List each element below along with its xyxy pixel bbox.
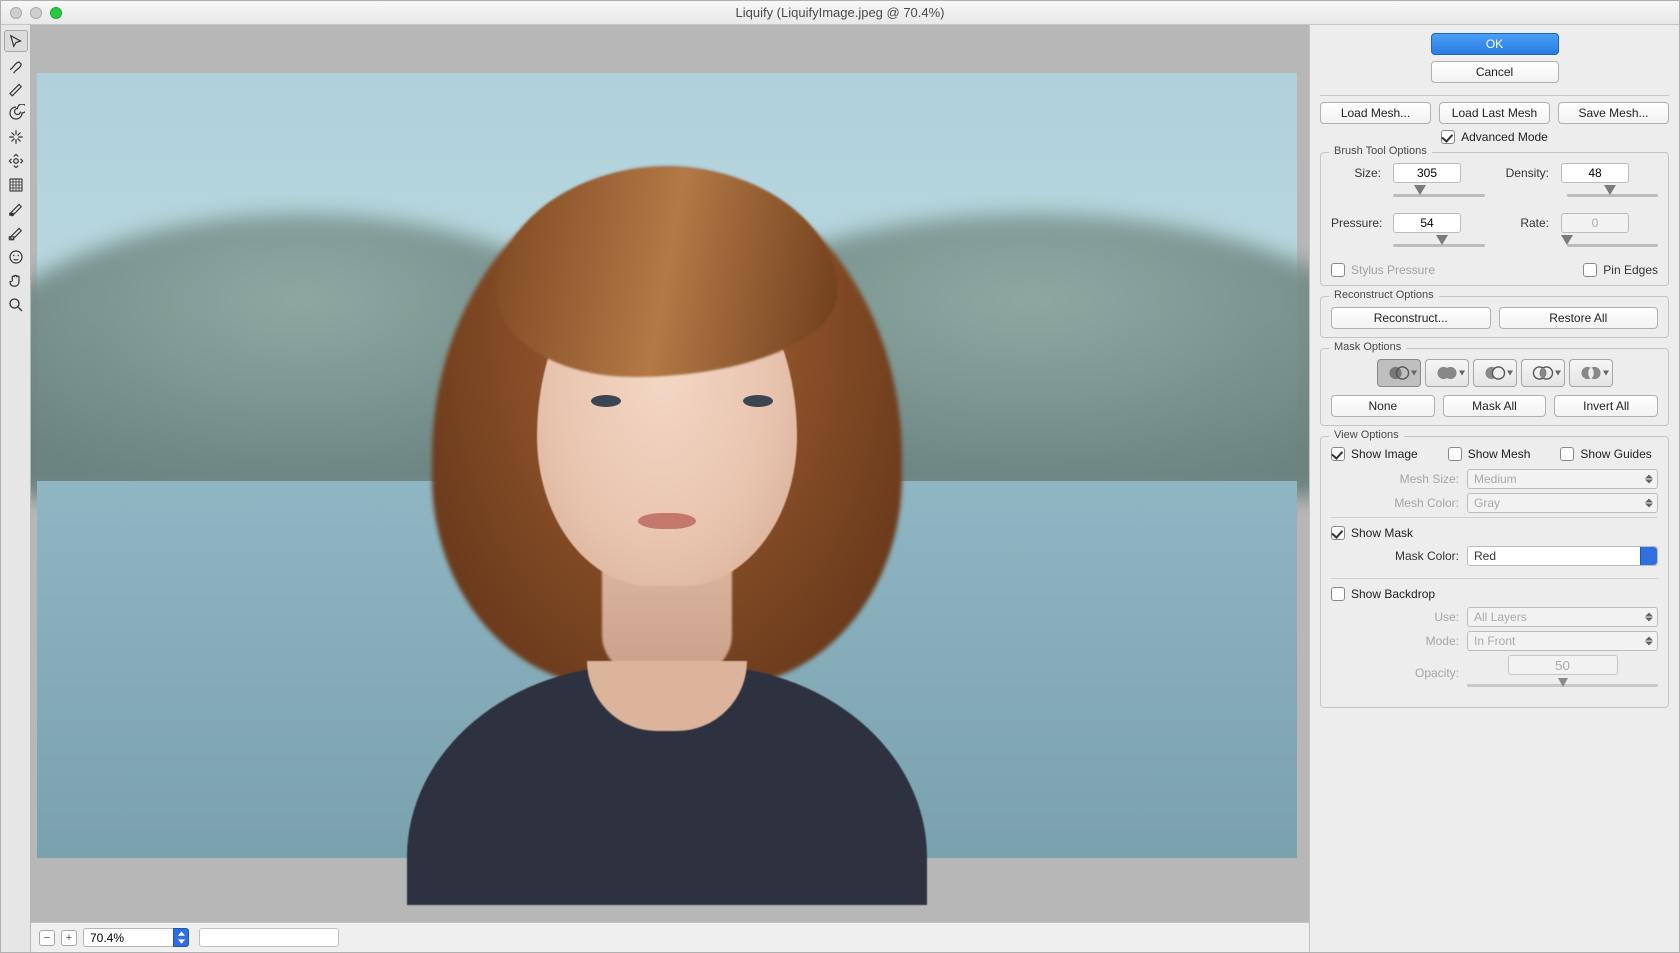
zoom-out-button[interactable]: − [39, 930, 55, 946]
tool-pucker[interactable] [4, 126, 28, 148]
rate-slider [1567, 237, 1659, 253]
ok-button[interactable]: OK [1431, 33, 1559, 55]
minimize-window-icon[interactable] [30, 7, 42, 19]
reconstruct-options-group: Reconstruct Options Reconstruct... Resto… [1320, 296, 1669, 338]
mask-color-select[interactable]: Red [1467, 546, 1658, 566]
tool-face[interactable] [4, 246, 28, 268]
window-title: Liquify (LiquifyImage.jpeg @ 70.4%) [1, 5, 1679, 20]
show-backdrop-checkbox[interactable] [1331, 587, 1345, 601]
density-slider[interactable] [1567, 187, 1659, 203]
stylus-pressure-checkbox [1331, 263, 1345, 277]
tool-hand[interactable] [4, 270, 28, 292]
pressure-input[interactable] [1393, 213, 1461, 233]
zoom-slider[interactable] [199, 928, 339, 947]
tool-thaw-mask[interactable] [4, 222, 28, 244]
mask-mode-invert[interactable] [1569, 359, 1613, 387]
mask-none-button[interactable]: None [1331, 395, 1435, 417]
mask-mode-intersect[interactable] [1521, 359, 1565, 387]
tool-twirl[interactable] [4, 102, 28, 124]
show-mesh-checkbox[interactable] [1448, 447, 1462, 461]
window-controls [10, 7, 62, 19]
tool-zoom[interactable] [4, 294, 28, 316]
zoom-window-icon[interactable] [50, 7, 62, 19]
mesh-color-label: Mesh Color: [1331, 496, 1459, 510]
tool-smooth[interactable] [4, 78, 28, 100]
cancel-button[interactable]: Cancel [1431, 61, 1559, 83]
load-last-mesh-button[interactable]: Load Last Mesh [1439, 102, 1550, 124]
use-label: Use: [1331, 610, 1459, 624]
canvas-frame[interactable] [31, 25, 1309, 922]
mask-group-title: Mask Options [1329, 341, 1406, 353]
load-mesh-button[interactable]: Load Mesh... [1320, 102, 1431, 124]
document-image[interactable] [37, 73, 1297, 858]
show-mask-checkbox[interactable] [1331, 526, 1345, 540]
restore-all-button[interactable]: Restore All [1499, 307, 1659, 329]
pin-edges-checkbox[interactable] [1583, 263, 1597, 277]
tool-forward-warp[interactable] [4, 30, 28, 52]
show-image-label: Show Image [1351, 447, 1418, 461]
mesh-color-select: Gray [1467, 493, 1658, 513]
titlebar: Liquify (LiquifyImage.jpeg @ 70.4%) [1, 1, 1679, 25]
show-backdrop-label: Show Backdrop [1351, 587, 1435, 601]
opacity-slider [1467, 679, 1658, 691]
zoom-input[interactable] [83, 928, 173, 947]
show-guides-checkbox[interactable] [1560, 447, 1574, 461]
advanced-mode-checkbox[interactable] [1441, 130, 1455, 144]
options-panel: OK Cancel Load Mesh... Load Last Mesh Sa… [1309, 25, 1679, 952]
reconstruct-group-title: Reconstruct Options [1329, 289, 1439, 301]
mask-options-group: Mask Options None Mask All Invert All [1320, 348, 1669, 426]
size-input[interactable] [1393, 163, 1461, 183]
pin-edges-label: Pin Edges [1603, 263, 1658, 277]
view-options-group: View Options Show Image Show Mesh Show G… [1320, 436, 1669, 708]
use-select: All Layers [1467, 607, 1658, 627]
tool-push-left[interactable] [4, 174, 28, 196]
mesh-size-select: Medium [1467, 469, 1658, 489]
zoom-combo[interactable] [83, 928, 189, 947]
mask-invert-all-button[interactable]: Invert All [1554, 395, 1658, 417]
show-mask-label: Show Mask [1351, 526, 1413, 540]
zoom-in-button[interactable]: + [61, 930, 77, 946]
liquify-window: Liquify (LiquifyImage.jpeg @ 70.4%) [0, 0, 1680, 953]
brush-tool-options-group: Brush Tool Options Size: Density: Pressu… [1320, 152, 1669, 286]
show-mesh-label: Show Mesh [1468, 447, 1531, 461]
zoom-bar: − + [31, 922, 1309, 952]
brush-group-title: Brush Tool Options [1329, 145, 1432, 157]
mask-mode-subtract[interactable] [1473, 359, 1517, 387]
zoom-stepper[interactable] [173, 928, 189, 947]
liquify-toolbar [1, 25, 31, 952]
show-image-checkbox[interactable] [1331, 447, 1345, 461]
opacity-label: Opacity: [1331, 666, 1459, 680]
mask-mode-add[interactable] [1425, 359, 1469, 387]
advanced-mode-label: Advanced Mode [1461, 130, 1548, 144]
mask-color-label: Mask Color: [1331, 549, 1459, 563]
canvas-area: − + [31, 25, 1309, 952]
stylus-pressure-label: Stylus Pressure [1351, 263, 1435, 277]
size-label: Size: [1331, 166, 1387, 180]
density-input[interactable] [1561, 163, 1629, 183]
mesh-size-label: Mesh Size: [1331, 472, 1459, 486]
mask-mode-replace[interactable] [1377, 359, 1421, 387]
backdrop-mode-label: Mode: [1331, 634, 1459, 648]
backdrop-mode-select: In Front [1467, 631, 1658, 651]
density-label: Density: [1485, 166, 1555, 180]
mask-all-button[interactable]: Mask All [1443, 395, 1547, 417]
pressure-slider[interactable] [1393, 237, 1485, 253]
save-mesh-button[interactable]: Save Mesh... [1558, 102, 1669, 124]
view-group-title: View Options [1329, 429, 1404, 441]
show-guides-label: Show Guides [1580, 447, 1651, 461]
rate-input [1561, 213, 1629, 233]
close-window-icon[interactable] [10, 7, 22, 19]
rate-label: Rate: [1485, 216, 1555, 230]
reconstruct-button[interactable]: Reconstruct... [1331, 307, 1491, 329]
tool-bloat[interactable] [4, 150, 28, 172]
opacity-input [1508, 655, 1618, 675]
tool-freeze-mask[interactable] [4, 198, 28, 220]
tool-reconstruct[interactable] [4, 54, 28, 76]
pressure-label: Pressure: [1331, 216, 1387, 230]
size-slider[interactable] [1393, 187, 1485, 203]
